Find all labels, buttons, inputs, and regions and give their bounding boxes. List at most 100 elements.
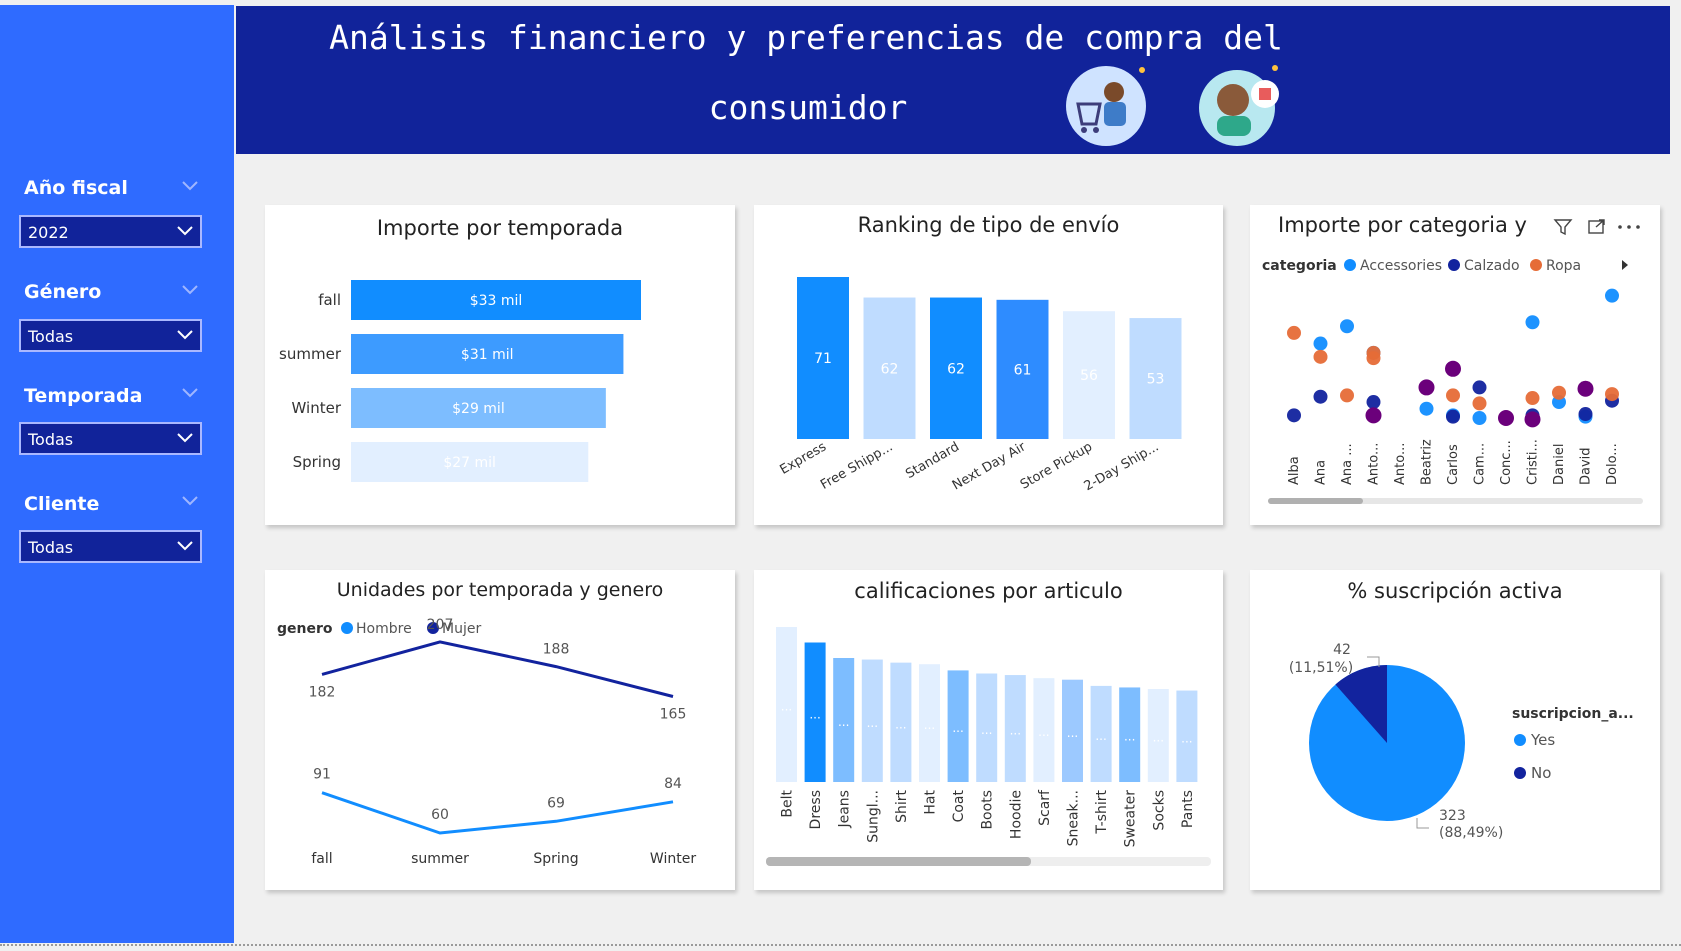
slicer-dropdown-temporada[interactable]: Todas bbox=[19, 422, 202, 455]
card-suscripcion[interactable]: % suscripción activa 42 (11,51%) 323 (88,49… bbox=[1250, 570, 1660, 890]
scatter-point bbox=[1340, 388, 1354, 403]
scatter-point bbox=[1498, 410, 1514, 427]
slicer-dropdown-cliente[interactable]: Todas bbox=[19, 530, 202, 563]
scatter-point bbox=[1578, 407, 1593, 422]
category-label: summer bbox=[411, 851, 469, 867]
category-label: Spring bbox=[293, 453, 341, 471]
unidades-genero-chart: genero Hombre Mujer91606984182207188165fal… bbox=[277, 617, 696, 867]
category-label: Pants bbox=[1180, 790, 1196, 828]
category-label: Coat bbox=[951, 790, 967, 823]
chevron-down-icon bbox=[177, 330, 193, 340]
scatter-point bbox=[1287, 408, 1301, 423]
scrollbar-thumb bbox=[1268, 498, 1363, 504]
chevron-down-icon bbox=[177, 226, 193, 236]
scatter-point bbox=[1446, 388, 1460, 403]
chevron-down-icon[interactable] bbox=[181, 180, 199, 192]
data-label: 91 bbox=[313, 767, 331, 783]
category-label: David bbox=[1579, 447, 1594, 485]
legend-label: Yes bbox=[1530, 731, 1555, 749]
data-label: 60 bbox=[431, 807, 449, 823]
scatter-point bbox=[1340, 319, 1354, 334]
data-label: 188 bbox=[543, 642, 570, 658]
scatter-point bbox=[1577, 380, 1594, 397]
legend-label: Accessories bbox=[1360, 258, 1442, 274]
chevron-down-icon[interactable] bbox=[181, 495, 199, 507]
slicer-label-cliente: Cliente bbox=[24, 493, 100, 515]
category-label: Dolo... bbox=[1605, 443, 1620, 485]
category-label: Hoodie bbox=[1008, 790, 1024, 839]
legend-label: Ropa bbox=[1546, 258, 1581, 274]
page-bottom-border bbox=[0, 944, 1681, 946]
category-label: Hat bbox=[923, 790, 939, 815]
data-label: $27 mil bbox=[443, 455, 496, 471]
data-label: ... bbox=[809, 707, 820, 721]
category-label: Ana ... bbox=[1340, 443, 1355, 485]
data-label: 56 bbox=[1080, 368, 1098, 384]
scatter-point bbox=[1419, 401, 1434, 416]
scatter-point bbox=[1366, 395, 1381, 410]
scatter-point bbox=[1313, 389, 1328, 404]
category-label: summer bbox=[279, 345, 342, 363]
leader-line bbox=[1367, 656, 1380, 667]
series-line bbox=[321, 640, 674, 698]
legend-marker bbox=[1344, 259, 1356, 271]
category-label: Free Shipp... bbox=[818, 439, 895, 492]
data-label: 182 bbox=[309, 684, 336, 700]
category-label: Anto... bbox=[1367, 443, 1382, 485]
category-label: Winter bbox=[650, 851, 696, 867]
importe-categoria-chart: categoria Accessories Calzado Ropa Alba Ana An… bbox=[1262, 258, 1643, 504]
category-label: Anto... bbox=[1393, 443, 1408, 485]
data-label: (88,49%) bbox=[1439, 825, 1503, 841]
data-label: ... bbox=[781, 700, 792, 714]
data-label: 323 bbox=[1439, 808, 1466, 824]
scatter-point bbox=[1524, 411, 1541, 428]
scatter-point bbox=[1366, 351, 1381, 366]
scatter-point bbox=[1472, 396, 1487, 411]
card-importe-categoria[interactable]: Importe por categoria y categoria Accesso… bbox=[1250, 205, 1660, 525]
data-label: $31 mil bbox=[461, 347, 514, 363]
category-label: Belt bbox=[780, 790, 796, 818]
chevron-down-icon[interactable] bbox=[181, 387, 199, 399]
category-label: fall bbox=[318, 291, 341, 309]
category-label: Cam... bbox=[1473, 443, 1488, 485]
data-label: (11,51%) bbox=[1289, 660, 1353, 676]
scatter-point bbox=[1525, 391, 1540, 406]
category-label: Socks bbox=[1151, 790, 1167, 831]
category-label: T-shirt bbox=[1094, 789, 1110, 834]
report-title-line1: Análisis financiero y preferencias de co… bbox=[329, 18, 1283, 57]
report-header: Análisis financiero y preferencias de co… bbox=[236, 6, 1670, 154]
legend-label: Calzado bbox=[1464, 258, 1520, 274]
card-importe-temporada[interactable]: Importe por temporada fall $33 mil summer $… bbox=[265, 205, 735, 525]
card-calificaciones[interactable]: calificaciones por articulo ... Belt... Dr… bbox=[754, 570, 1223, 890]
scatter-point bbox=[1605, 288, 1619, 303]
category-label: Winter bbox=[292, 399, 342, 417]
scatter-point bbox=[1313, 349, 1328, 364]
data-label: 207 bbox=[427, 617, 454, 633]
category-label: Alba bbox=[1287, 456, 1302, 485]
category-label: Sneak... bbox=[1066, 790, 1082, 846]
data-label: ... bbox=[895, 717, 906, 731]
category-label: Ana bbox=[1314, 460, 1329, 485]
legend-title: suscripcion_a... bbox=[1512, 706, 1634, 722]
scatter-point bbox=[1446, 409, 1460, 424]
importe-temporada-chart: fall $33 mil summer $31 mil Winter $29 mil Spr… bbox=[279, 280, 641, 482]
category-label: Cristi... bbox=[1526, 439, 1541, 485]
category-label: Express bbox=[778, 439, 830, 477]
legend-title: genero bbox=[277, 621, 333, 637]
slicer-dropdown-ano-fiscal[interactable]: 2022 bbox=[19, 215, 202, 248]
chevron-down-icon[interactable] bbox=[181, 284, 199, 296]
scatter-point bbox=[1552, 385, 1566, 400]
data-label: 71 bbox=[814, 351, 832, 367]
category-label: Shirt bbox=[894, 790, 910, 823]
suscripcion-chart: 42 (11,51%) 323(88,49%) suscripcion_a... Yes… bbox=[1289, 642, 1634, 841]
card-unidades-genero[interactable]: Unidades por temporada y genero genero Ho… bbox=[265, 570, 735, 890]
legend-marker bbox=[1514, 734, 1526, 746]
legend-marker bbox=[1448, 259, 1460, 271]
card-ranking-envio[interactable]: Ranking de tipo de envío 71 Express 62 Free… bbox=[754, 205, 1223, 525]
data-label: 42 bbox=[1333, 642, 1351, 658]
slicer-dropdown-genero[interactable]: Todas bbox=[19, 319, 202, 352]
data-label: ... bbox=[1095, 729, 1106, 743]
slicer-value: Todas bbox=[28, 538, 74, 557]
customer-avatar-icon bbox=[1199, 65, 1279, 146]
legend-title: categoria bbox=[1262, 258, 1337, 274]
